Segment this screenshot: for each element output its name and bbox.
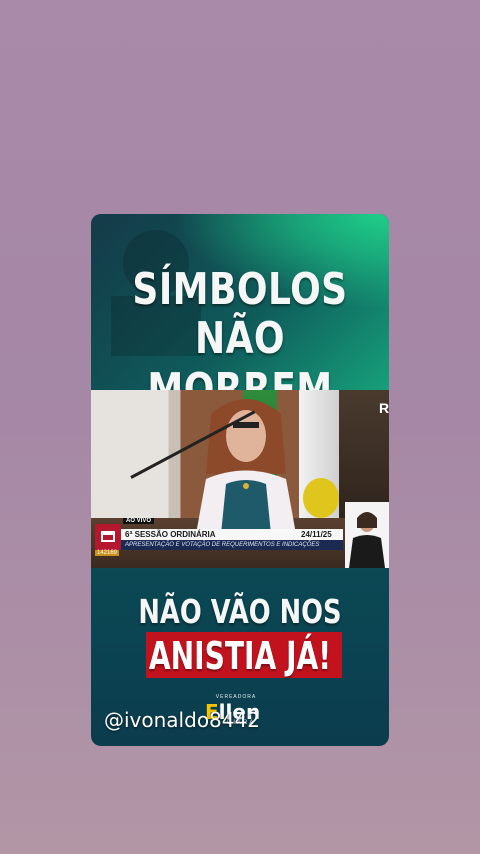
headline-panel: SÍMBOLOS NÃO MORREM [91, 214, 389, 415]
username-watermark: @ivonaldo8442 [104, 708, 260, 732]
session-subtitle: APRESENTAÇÃO E VOTAÇÃO DE REQUERIMENTOS … [125, 542, 320, 548]
sign-language-interpreter [345, 502, 389, 568]
broadcast-code: 142169 [95, 550, 120, 556]
headline-line-1: SÍMBOLOS [132, 264, 348, 315]
session-title: 6ª SESSÃO ORDINÁRIA [125, 530, 216, 539]
video-frame[interactable]: R AO VIVO 6ª SESSÃO ORDINÁRIA 24/11/25 A… [91, 390, 389, 568]
chamber-logo-icon [95, 524, 121, 550]
session-date: 24/11/25 [301, 530, 332, 539]
story-card: SÍMBOLOS NÃO MORREM R AO VIVO 6ª SESSÃO … [91, 214, 389, 746]
slogan-line-2: ANISTIA JÁ! [148, 634, 332, 678]
live-badge: AO VIVO [123, 518, 155, 524]
channel-letter: R [379, 400, 389, 416]
